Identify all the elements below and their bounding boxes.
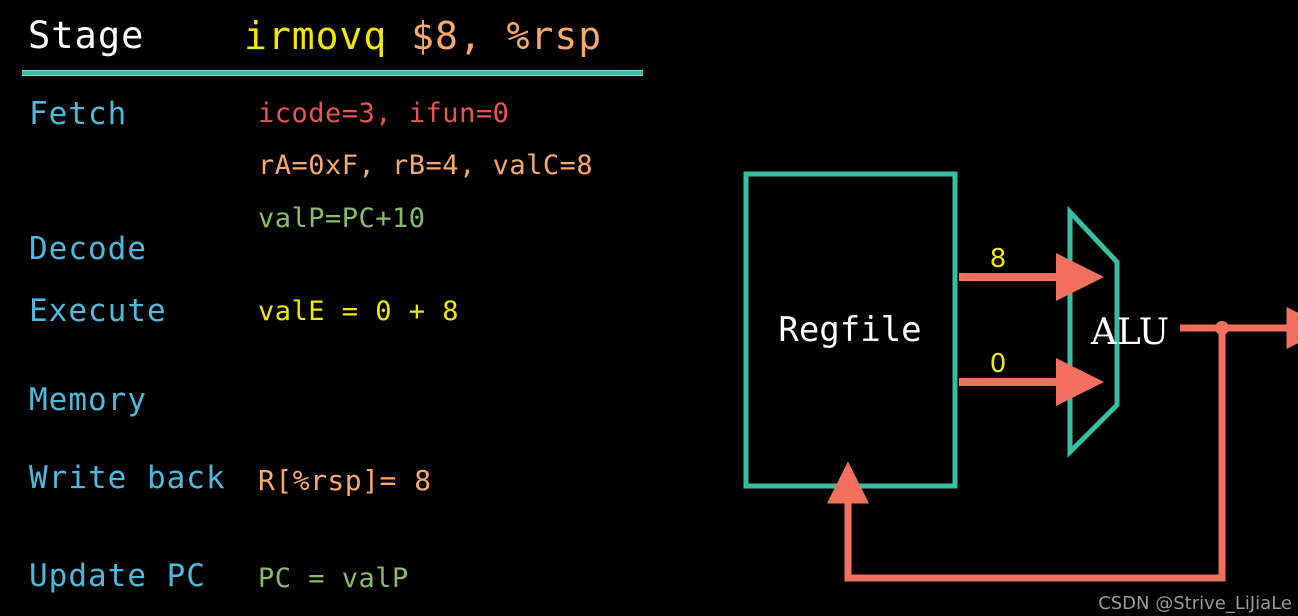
- instruction-opcode: irmovq: [244, 14, 388, 58]
- stage-label-execute: Execute: [29, 293, 167, 329]
- alu-label: ALU: [1090, 312, 1169, 353]
- stage-value-execute: valE = 0 + 8: [258, 296, 460, 327]
- slide-canvas: Stage irmovq $8, %rsp Fetch icode=3, ifu…: [0, 0, 1298, 616]
- stage-value-fetch-line-3: valP=PC+10: [258, 203, 426, 234]
- watermark-text: CSDN @Strive_LiJiaLe: [1098, 593, 1292, 614]
- instruction-operands: $8, %rsp: [387, 14, 603, 58]
- writeback-feedback-path: [827, 328, 1226, 582]
- table-header-row: Stage irmovq $8, %rsp: [28, 14, 648, 66]
- stage-label-memory: Memory: [29, 382, 147, 418]
- operand-bottom-value: 0: [990, 349, 1007, 379]
- stage-label-write-back: Write back: [29, 460, 226, 496]
- header-divider: [22, 70, 643, 76]
- instruction-header: irmovq $8, %rsp: [244, 14, 602, 58]
- operand-top-value: 8: [990, 244, 1007, 274]
- datapath-svg: Regfile ALU 8 0: [743, 171, 1298, 582]
- stage-label-decode: Decode: [29, 231, 147, 267]
- stage-value-fetch-line-1: icode=3, ifun=0: [258, 98, 510, 129]
- stage-label-fetch: Fetch: [29, 96, 128, 132]
- stage-value-fetch-line-2: rA=0xF, rB=4, valC=8: [258, 150, 594, 181]
- stage-value-update-pc: PC = valP: [258, 563, 409, 594]
- stage-value-write-back: R[%rsp]= 8: [258, 464, 432, 497]
- regfile-label: Regfile: [778, 310, 921, 350]
- stage-label-update-pc: Update PC: [29, 558, 206, 594]
- datapath-diagram: Regfile ALU 8 0: [660, 0, 1298, 616]
- stage-column-header: Stage: [28, 14, 145, 57]
- stage-table: Stage irmovq $8, %rsp Fetch icode=3, ifu…: [0, 0, 700, 616]
